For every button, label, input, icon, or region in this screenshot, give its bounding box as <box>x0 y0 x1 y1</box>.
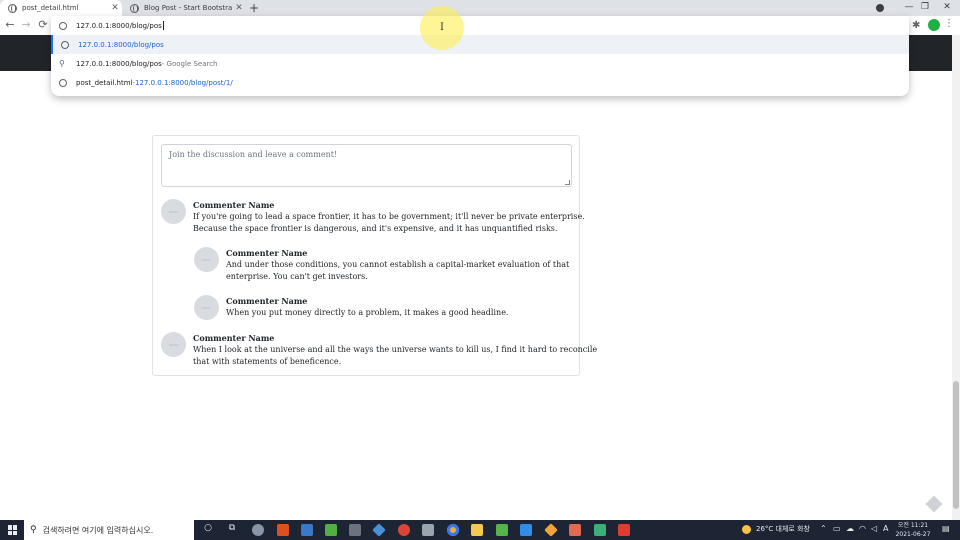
wifi-icon[interactable]: ◠ <box>859 524 866 533</box>
suggestion-item[interactable]: ⚲ 127.0.0.1:8000/blog/pos - Google Searc… <box>51 54 909 73</box>
suggestion-text: 127.0.0.1:8000/blog/pos <box>76 59 162 68</box>
tab-strip: post_detail.html ✕ Blog Post - Start Boo… <box>0 0 960 16</box>
comment-placeholder: Join the discussion and leave a comment! <box>169 150 338 159</box>
vscode-icon[interactable] <box>520 524 532 536</box>
suggestion-text: 127.0.0.1:8000/blog/pos <box>78 40 164 49</box>
new-tab-button[interactable]: + <box>249 1 259 15</box>
system-clock[interactable]: 오전 11:21 2021-06-27 <box>893 521 933 539</box>
minimize-button[interactable]: — <box>902 2 916 12</box>
comment-text: Because the space frontier is dangerous,… <box>193 224 558 233</box>
globe-icon <box>61 40 69 49</box>
avatar: 50x50 <box>161 332 186 357</box>
text-cursor-icon: I <box>440 22 444 33</box>
file-explorer-icon[interactable] <box>471 524 483 536</box>
globe-icon <box>59 78 67 87</box>
avatar: 50x50 <box>194 295 219 320</box>
task-view-icon[interactable]: ⧉ <box>225 523 239 533</box>
maximize-button[interactable]: ❐ <box>918 2 932 12</box>
app-icon[interactable] <box>422 524 434 536</box>
text-caret <box>162 21 164 30</box>
taskbar-search[interactable]: ⚲ 검색하려면 여기에 입력하십시오. <box>24 520 194 540</box>
chrome-icon[interactable] <box>447 524 459 536</box>
app-icon[interactable] <box>301 524 313 536</box>
resize-handle-icon[interactable] <box>565 180 570 185</box>
app-icon[interactable] <box>398 524 410 536</box>
close-tab-icon[interactable]: ✕ <box>108 3 122 13</box>
page-scrollbar[interactable] <box>952 35 960 520</box>
tab-title: post_detail.html <box>22 4 79 12</box>
comment-text: And under those conditions, you cannot e… <box>226 260 570 269</box>
menu-icon[interactable]: ⋮ <box>944 18 954 29</box>
volume-icon[interactable]: ◁ <box>871 524 877 533</box>
comments-card: Join the discussion and leave a comment!… <box>152 135 597 376</box>
profile-avatar[interactable] <box>928 19 940 31</box>
address-text: 127.0.0.1:8000/blog/pos <box>76 21 162 30</box>
suggestion-text: post_detail.html <box>76 78 133 87</box>
close-window-button[interactable]: ✕ <box>940 2 954 12</box>
comment-text: that with statements of beneficence. <box>193 357 342 366</box>
app-icon[interactable] <box>325 524 337 536</box>
comment-textarea[interactable]: Join the discussion and leave a comment! <box>161 144 572 187</box>
ime-indicator[interactable]: A <box>883 524 888 533</box>
floating-diamond-icon[interactable] <box>925 495 943 513</box>
extensions-icon[interactable]: ✱ <box>912 20 920 31</box>
cortana-icon[interactable]: ○ <box>201 523 215 533</box>
taskbar-search-placeholder: 검색하려면 여기에 입력하십시오. <box>42 525 154 535</box>
commenter-name: Commenter Name <box>193 200 275 210</box>
avatar: 50x50 <box>194 247 219 272</box>
clock-date: 2021-06-27 <box>895 531 931 538</box>
app-icon[interactable] <box>544 523 558 537</box>
omnibox-dropdown: 127.0.0.1:8000/blog/pos 127.0.0.1:8000/b… <box>51 16 909 96</box>
reload-button[interactable]: ⟳ <box>35 17 51 33</box>
globe-icon <box>59 21 67 30</box>
comment-text: enterprise. You can't get investors. <box>226 272 368 281</box>
suggestion-item[interactable]: 127.0.0.1:8000/blog/pos <box>51 35 909 54</box>
record-icon[interactable] <box>876 4 884 12</box>
sun-icon <box>742 524 751 534</box>
app-icon[interactable] <box>252 524 264 536</box>
app-icon[interactable] <box>372 523 386 537</box>
weather-widget[interactable]: 26°C 대체로 화창 <box>742 524 810 534</box>
commenter-name: Commenter Name <box>226 248 308 258</box>
suggestion-url: 127.0.0.1:8000/blog/post/1/ <box>135 78 233 87</box>
forward-button[interactable]: → <box>18 17 34 33</box>
avatar: 50x50 <box>161 199 186 224</box>
comment-text: When you put money directly to a problem… <box>226 308 509 317</box>
comment-text: If you're going to lead a space frontier… <box>193 212 585 221</box>
suggestion-item[interactable]: post_detail.html - 127.0.0.1:8000/blog/p… <box>51 73 909 92</box>
tab-blog-post[interactable]: Blog Post - Start Bootstrap Ten ✕ <box>122 0 246 16</box>
tab-post-detail[interactable]: post_detail.html ✕ <box>0 0 122 16</box>
tab-title: Blog Post - Start Bootstrap Ten <box>144 4 232 12</box>
search-icon: ⚲ <box>30 525 37 535</box>
app-icon[interactable] <box>618 524 630 536</box>
globe-icon <box>8 3 17 13</box>
scrollbar-thumb[interactable] <box>953 381 959 509</box>
weather-text: 26°C 대체로 화창 <box>756 525 810 533</box>
tray-chevron-icon[interactable]: ⌃ <box>820 524 827 533</box>
globe-icon <box>130 3 139 13</box>
back-button[interactable]: ← <box>2 17 18 33</box>
app-icon[interactable] <box>569 524 581 536</box>
commenter-name: Commenter Name <box>226 296 308 306</box>
taskbar: ⚲ 검색하려면 여기에 입력하십시오. ○ ⧉ 26°C 대체로 화창 ⌃ ▭ … <box>0 520 960 540</box>
comment-text: When I look at the universe and all the … <box>193 345 598 354</box>
cloud-icon[interactable]: ☁ <box>846 524 854 533</box>
suggestion-suffix: - Google Search <box>161 59 218 68</box>
address-bar[interactable]: 127.0.0.1:8000/blog/pos <box>51 16 909 35</box>
network-icon[interactable]: ▭ <box>833 524 841 533</box>
app-icon[interactable] <box>496 524 508 536</box>
close-tab-icon[interactable]: ✕ <box>232 3 246 13</box>
search-icon: ⚲ <box>59 58 65 68</box>
windows-start-icon[interactable] <box>8 525 18 535</box>
clock-time: 오전 11:21 <box>897 522 929 529</box>
commenter-name: Commenter Name <box>193 333 275 343</box>
app-icon[interactable] <box>594 524 606 536</box>
notification-icon[interactable]: ▤ <box>942 524 950 533</box>
app-icon[interactable] <box>349 524 361 536</box>
app-icon[interactable] <box>277 524 289 536</box>
